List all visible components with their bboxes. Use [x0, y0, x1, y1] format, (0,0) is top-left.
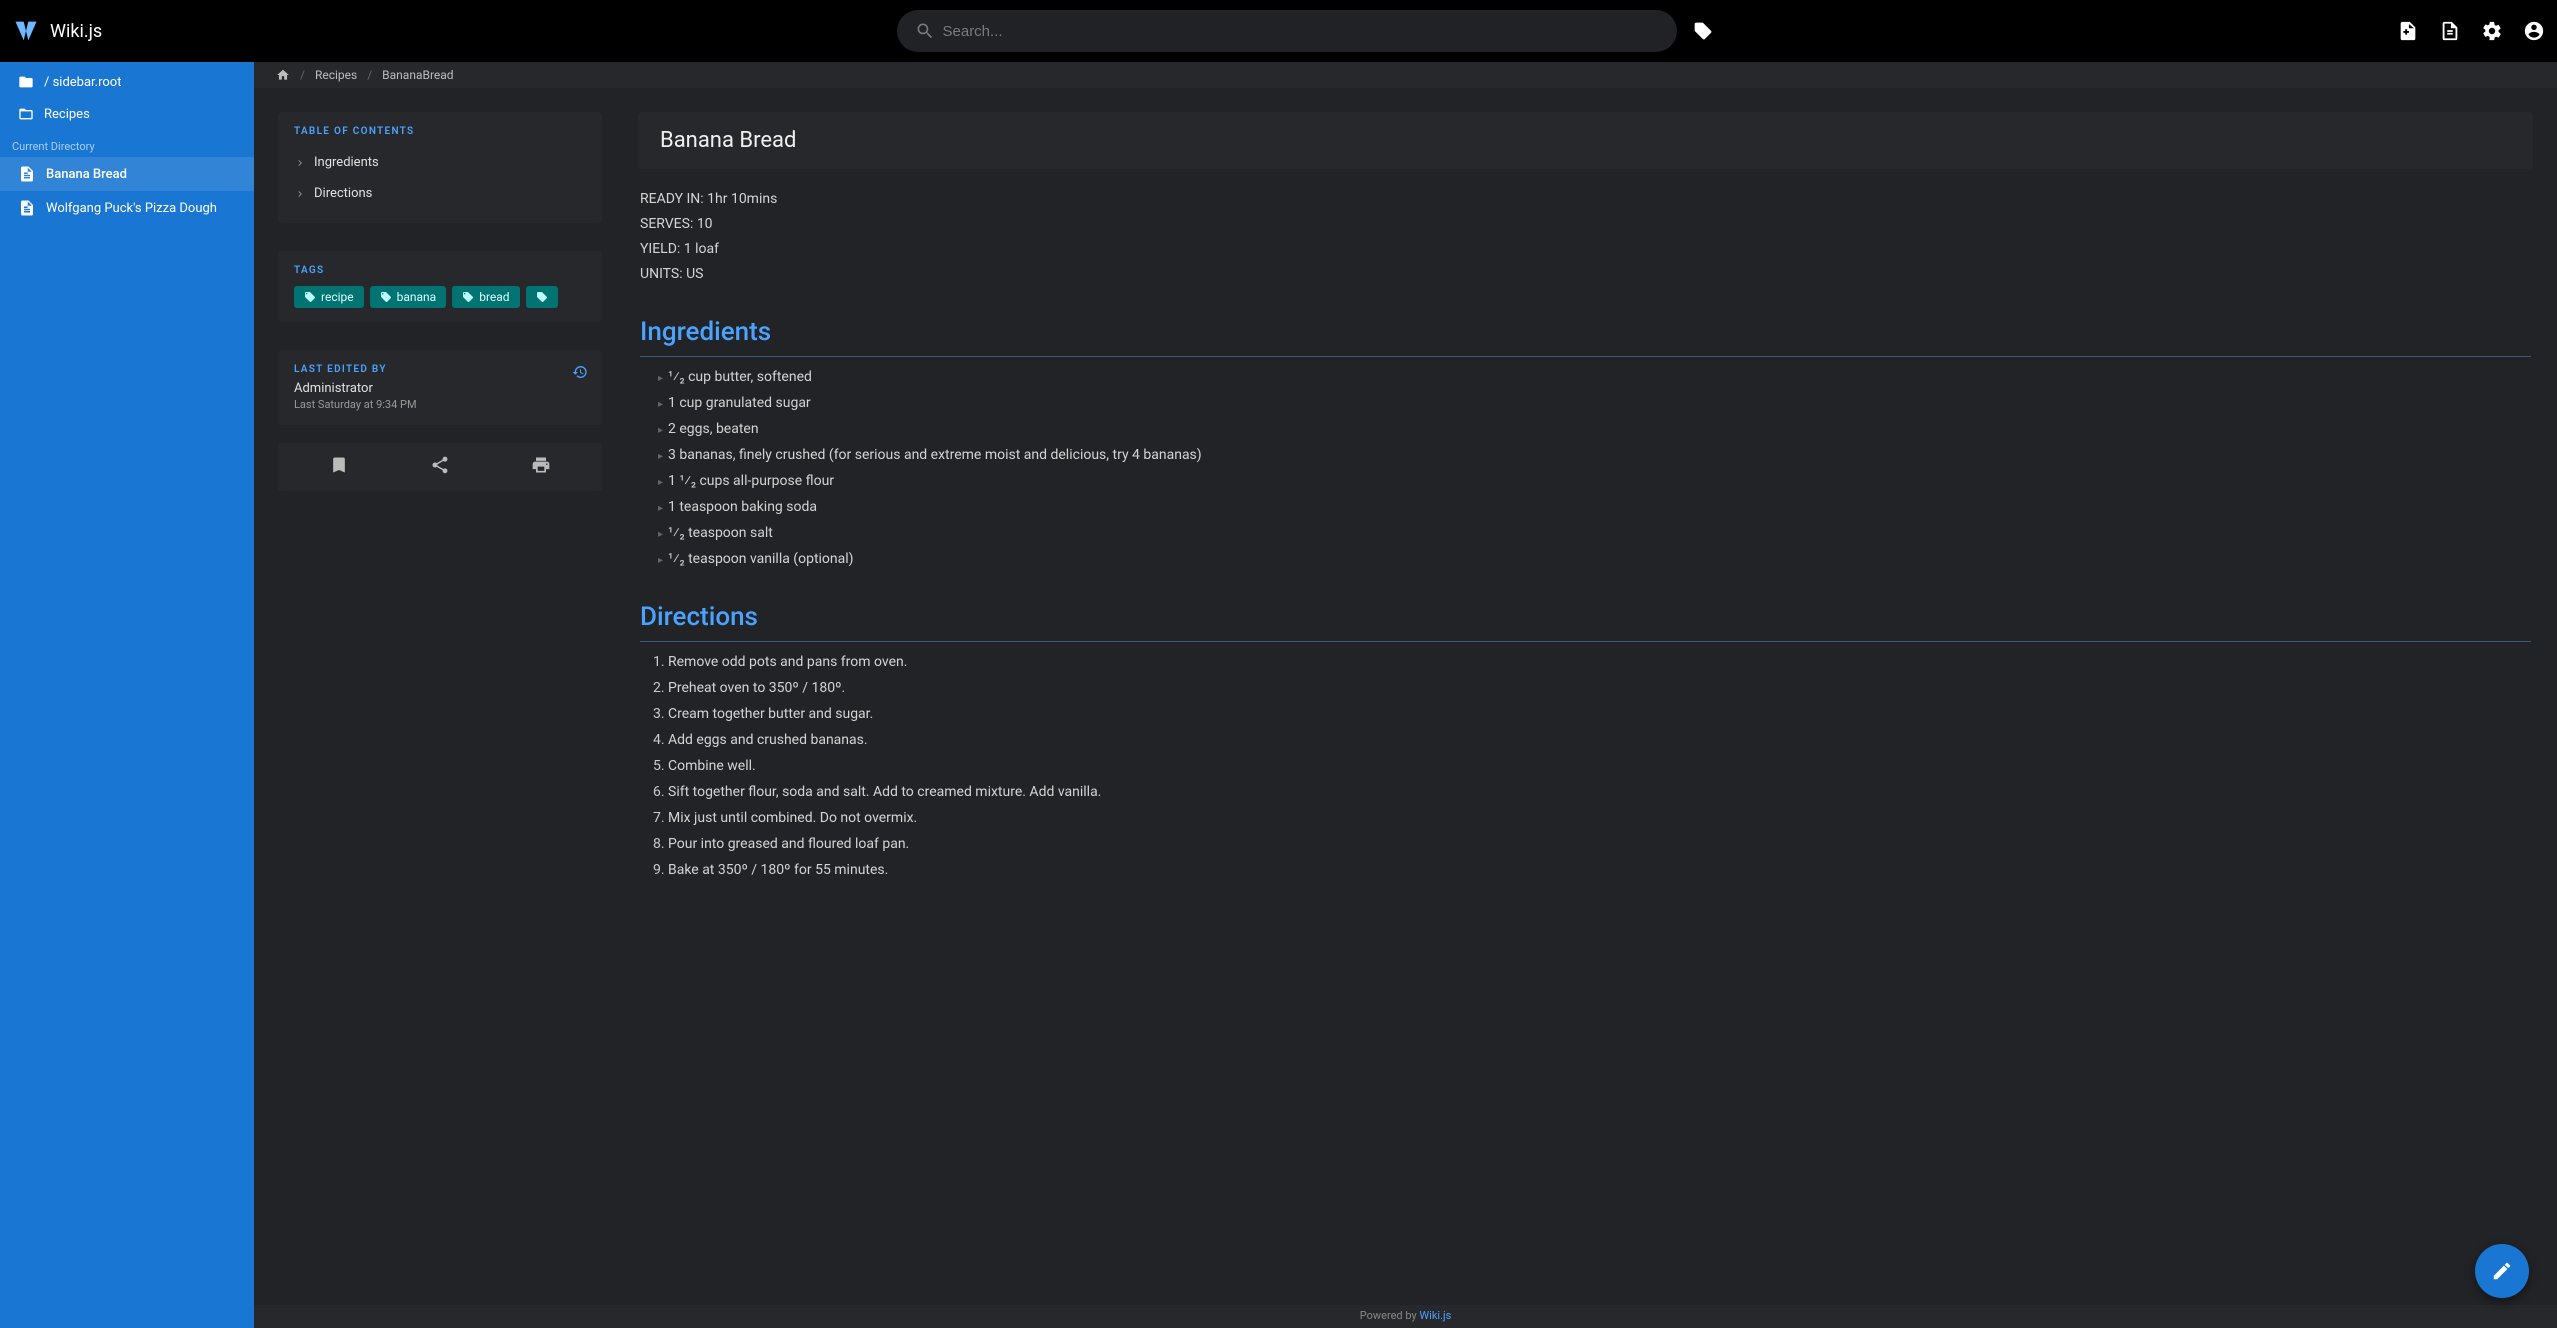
share-icon[interactable] [430, 455, 450, 479]
ingredients-list: ¹⁄₂ cup butter, softened 1 cup granulated… [640, 367, 2531, 570]
section-ingredients-header: Ingredients [640, 313, 2531, 357]
article: Banana Bread READY IN: 1hr 10mins SERVES:… [614, 88, 2557, 1305]
folder-icon [18, 74, 34, 90]
toc-item[interactable]: Ingredients [294, 147, 586, 178]
toc-item[interactable]: Directions [294, 178, 586, 209]
direction-item: Add eggs and crushed bananas. [668, 730, 2531, 751]
direction-item: Combine well. [668, 756, 2531, 777]
tag-chip[interactable]: bread [452, 286, 519, 308]
page-actions-card [278, 443, 602, 491]
sidebar-root[interactable]: / sidebar.root [0, 62, 254, 98]
logo-icon[interactable] [12, 17, 40, 45]
ingredient-item: 1 teaspoon baking soda [668, 497, 2531, 518]
lastedit-header: LAST EDITED BY [294, 364, 586, 375]
page-actions-icon[interactable] [2439, 20, 2461, 42]
page-icon [18, 199, 36, 217]
pencil-icon [2491, 1260, 2513, 1282]
meta-line: YIELD: 1 loaf [640, 239, 2531, 260]
tag-icon [380, 291, 392, 303]
direction-item: Preheat oven to 350º / 180º. [668, 678, 2531, 699]
sidebar-root-label: / sidebar.root [44, 75, 121, 90]
ingredient-item: 1 ¹⁄₂ cups all-purpose flour [668, 471, 2531, 492]
edit-fab[interactable] [2475, 1244, 2529, 1298]
directions-list: Remove odd pots and pans from oven. Prehe… [640, 652, 2531, 881]
ingredient-item: ¹⁄₂ teaspoon vanilla (optional) [668, 549, 2531, 570]
tags-icon [536, 291, 548, 303]
chevron-right-icon [294, 188, 306, 200]
ingredient-item: ¹⁄₂ cup butter, softened [668, 367, 2531, 388]
tags-header: TAGS [294, 265, 586, 276]
sidebar-folder-recipes[interactable]: Recipes [0, 98, 254, 130]
new-page-icon[interactable] [2397, 20, 2419, 42]
tag-icon [462, 291, 474, 303]
tag-search-chip[interactable] [526, 286, 558, 308]
ingredient-item: 3 bananas, finely crushed (for serious a… [668, 445, 2531, 466]
search-box[interactable] [897, 10, 1677, 52]
page-icon [18, 165, 36, 183]
article-header: Banana Bread [638, 112, 2533, 169]
search-input[interactable] [943, 23, 1659, 40]
site-title[interactable]: Wiki.js [50, 21, 102, 42]
last-edited-card: LAST EDITED BY Administrator Last Saturd… [278, 350, 602, 425]
sidebar-page-item[interactable]: Wolfgang Puck's Pizza Dough [0, 191, 254, 225]
ingredient-item: 1 cup granulated sugar [668, 393, 2531, 414]
tags-card: TAGS recipe bananabread [278, 251, 602, 322]
ingredient-item: 2 eggs, beaten [668, 419, 2531, 440]
sidebar-page-item[interactable]: Banana Bread [0, 157, 254, 191]
footer: Powered by Wiki.js [254, 1305, 2557, 1328]
folder-open-icon [18, 106, 34, 122]
breadcrumb-bar: / Recipes / BananaBread [254, 62, 2557, 88]
section-directions-header: Directions [640, 598, 2531, 642]
meta-line: SERVES: 10 [640, 214, 2531, 235]
tag-chip[interactable]: banana [370, 286, 447, 308]
direction-item: Remove odd pots and pans from oven. [668, 652, 2531, 673]
search-icon [915, 21, 935, 41]
chevron-right-icon [294, 157, 306, 169]
page-title: Banana Bread [660, 128, 2511, 153]
meta-line: UNITS: US [640, 264, 2531, 285]
sidebar-recipes-label: Recipes [44, 107, 90, 122]
breadcrumb-item[interactable]: BananaBread [382, 68, 453, 82]
tag-icon [304, 291, 316, 303]
breadcrumb-home-icon[interactable] [276, 68, 290, 82]
breadcrumb-item[interactable]: Recipes [315, 68, 357, 82]
lastedit-user: Administrator [294, 381, 586, 396]
bookmark-icon[interactable] [329, 455, 349, 479]
direction-item: Cream together butter and sugar. [668, 704, 2531, 725]
print-icon[interactable] [531, 455, 551, 479]
side-panel: TABLE OF CONTENTS IngredientsDirections … [254, 88, 614, 1305]
toc-header: TABLE OF CONTENTS [294, 126, 586, 137]
direction-item: Pour into greased and floured loaf pan. [668, 834, 2531, 855]
direction-item: Mix just until combined. Do not overmix. [668, 808, 2531, 829]
browse-tags-icon[interactable] [1693, 21, 1713, 41]
app-header: Wiki.js [0, 0, 2557, 62]
nav-sidebar: / sidebar.root Recipes Current Directory… [0, 62, 254, 1328]
sidebar-subheader: Current Directory [0, 130, 254, 157]
toc-card: TABLE OF CONTENTS IngredientsDirections [278, 112, 602, 223]
admin-gear-icon[interactable] [2481, 20, 2503, 42]
direction-item: Bake at 350º / 180º for 55 minutes. [668, 860, 2531, 881]
history-icon[interactable] [572, 364, 588, 384]
tag-chip[interactable]: recipe [294, 286, 364, 308]
footer-link[interactable]: Wiki.js [1419, 1309, 1451, 1322]
meta-line: READY IN: 1hr 10mins [640, 189, 2531, 210]
lastedit-time: Last Saturday at 9:34 PM [294, 398, 586, 411]
ingredient-item: ¹⁄₂ teaspoon salt [668, 523, 2531, 544]
direction-item: Sift together flour, soda and salt. Add … [668, 782, 2531, 803]
account-icon[interactable] [2523, 20, 2545, 42]
